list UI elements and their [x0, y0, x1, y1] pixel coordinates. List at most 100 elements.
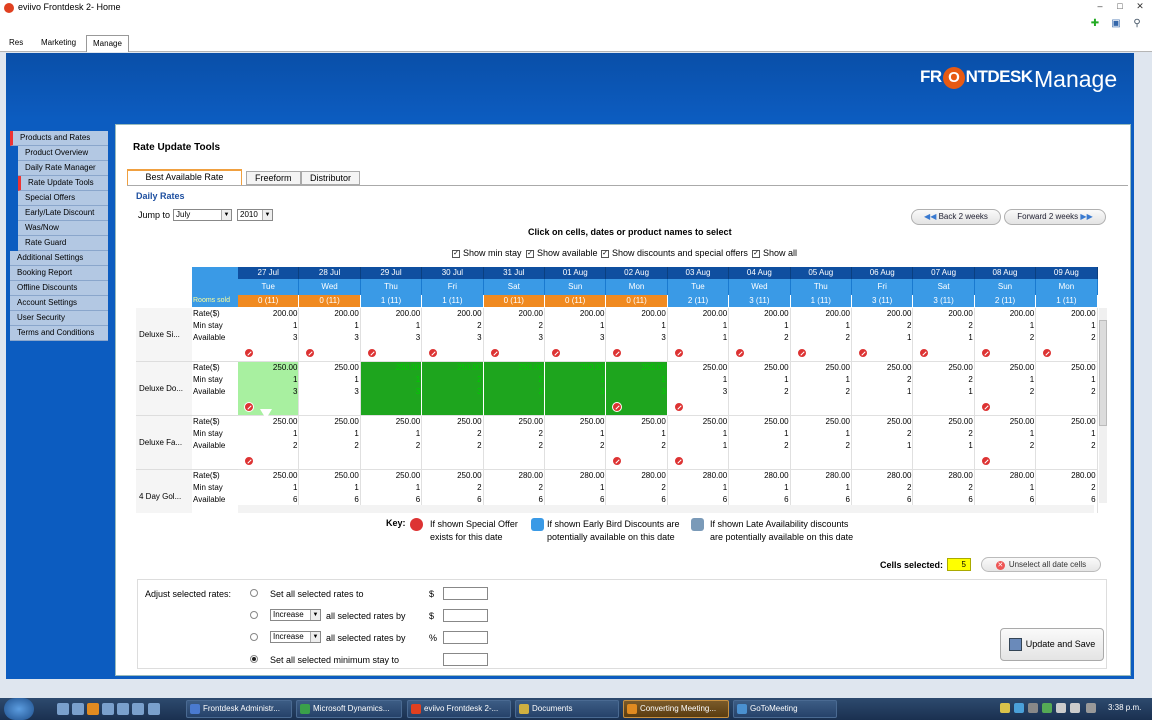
checkbox-show-all[interactable]: ✓ Show all: [752, 248, 797, 258]
date-column-header[interactable]: 02 Aug Mon 0 (11): [606, 267, 668, 307]
quicklaunch-icon[interactable]: [148, 703, 160, 715]
rate-cell[interactable]: 250.00 2 1: [913, 362, 975, 416]
radio-set-rates[interactable]: [250, 589, 258, 597]
quicklaunch-icon[interactable]: [87, 703, 99, 715]
grid-horizontal-scrollbar[interactable]: [238, 505, 1094, 513]
date-label[interactable]: 30 Jul: [422, 267, 484, 279]
quicklaunch-icon[interactable]: [57, 703, 69, 715]
unselect-all-button[interactable]: ✕ Unselect all date cells: [981, 557, 1101, 572]
sidebar-item-rate-guard[interactable]: Rate Guard: [18, 236, 108, 251]
rate-cell[interactable]: 250.00 2 1: [852, 416, 914, 470]
rate-cell[interactable]: 250.00 1 1: [667, 416, 730, 470]
date-label[interactable]: 01 Aug: [545, 267, 607, 279]
increase-percent-input[interactable]: [443, 631, 488, 644]
search-icon[interactable]: ⚲: [1131, 18, 1143, 30]
increase-amount-select[interactable]: Increase ▼: [270, 609, 321, 621]
rate-cell[interactable]: 250.00 1 2: [729, 362, 791, 416]
forward-2-weeks-button[interactable]: Forward 2 weeks ▶▶: [1004, 209, 1106, 225]
network-icon[interactable]: [1086, 703, 1096, 713]
back-2-weeks-button[interactable]: ◀◀ Back 2 weeks: [911, 209, 1001, 225]
sidebar-item-booking-report[interactable]: Booking Report: [10, 266, 108, 281]
volume-icon[interactable]: [1070, 703, 1080, 713]
tab-distributor[interactable]: Distributor: [301, 171, 361, 185]
close-button[interactable]: ✕: [1132, 1, 1148, 13]
sidebar-item-early-late-discount[interactable]: Early/Late Discount: [18, 206, 108, 221]
sidebar-item-account-settings[interactable]: Account Settings: [10, 296, 108, 311]
date-column-header[interactable]: 07 Aug Sat 3 (11): [913, 267, 975, 307]
taskbar-button[interactable]: eviivo Frontdesk 2-...: [407, 700, 511, 718]
date-label[interactable]: 07 Aug: [913, 267, 975, 279]
date-column-header[interactable]: 09 Aug Mon 1 (11): [1036, 267, 1098, 307]
tab-marketing[interactable]: Marketing: [37, 38, 80, 47]
product-name[interactable]: 4 Day Gol...: [136, 470, 192, 513]
date-label[interactable]: 27 Jul: [238, 267, 300, 279]
date-label[interactable]: 31 Jul: [483, 267, 545, 279]
rate-cell[interactable]: 200.00 1 3: [238, 308, 300, 362]
rate-cell[interactable]: 200.00 2 3: [483, 308, 545, 362]
date-label[interactable]: 06 Aug: [852, 267, 914, 279]
min-stay-input[interactable]: [443, 653, 488, 666]
date-column-header[interactable]: 01 Aug Sun 0 (11): [545, 267, 607, 307]
month-select[interactable]: July ▼: [173, 209, 232, 221]
date-column-header[interactable]: 27 Jul Tue 0 (11): [238, 267, 300, 307]
taskbar-button[interactable]: Frontdesk Administr...: [186, 700, 292, 718]
tray-icon[interactable]: [1000, 703, 1010, 713]
date-column-header[interactable]: 31 Jul Sat 0 (11): [483, 267, 545, 307]
rate-cell[interactable]: 250.00 1 2: [360, 416, 423, 470]
checkbox-show-available[interactable]: ✓ Show available: [526, 248, 598, 258]
rate-cell[interactable]: 200.00 1 2: [974, 308, 1037, 362]
rate-cell[interactable]: 250.00 1 3: [238, 362, 300, 416]
product-name[interactable]: Deluxe Si...: [136, 308, 192, 362]
tab-manage[interactable]: Manage: [86, 35, 129, 52]
year-select[interactable]: 2010 ▼: [237, 209, 273, 221]
rate-cell[interactable]: 200.00 1 3: [545, 308, 607, 362]
increase-amount-input[interactable]: [443, 609, 488, 622]
quicklaunch-icon[interactable]: [132, 703, 144, 715]
rate-cell[interactable]: 250.00 2 1: [852, 362, 914, 416]
rate-cell[interactable]: 250.00 2 2: [422, 416, 484, 470]
rate-cell[interactable]: 200.00 2 3: [422, 308, 484, 362]
sidebar-item-rate-update-tools[interactable]: Rate Update Tools: [18, 176, 108, 191]
rate-cell[interactable]: 200.00 2 1: [913, 308, 975, 362]
tray-icon[interactable]: [1056, 703, 1066, 713]
date-column-header[interactable]: 06 Aug Fri 3 (11): [852, 267, 914, 307]
rate-cell[interactable]: 200.00 1 2: [790, 308, 852, 362]
rate-cell[interactable]: 250.00 1 3: [545, 362, 607, 416]
tab-freeform[interactable]: Freeform: [246, 171, 301, 185]
date-label[interactable]: 08 Aug: [974, 267, 1037, 279]
taskbar-button[interactable]: GoToMeeting: [733, 700, 837, 718]
rate-cell[interactable]: 200.00 1 2: [729, 308, 791, 362]
sidebar-item-products-and-rates[interactable]: Products and Rates: [10, 131, 108, 146]
rate-cell[interactable]: 200.00 1 2: [1036, 308, 1098, 362]
rate-cell[interactable]: 250.00 1 3: [299, 362, 361, 416]
date-label[interactable]: 09 Aug: [1036, 267, 1098, 279]
quicklaunch-icon[interactable]: [102, 703, 114, 715]
taskbar-button[interactable]: Microsoft Dynamics...: [296, 700, 402, 718]
rate-cell[interactable]: 250.00 1 2: [238, 416, 300, 470]
tray-icon[interactable]: [1014, 703, 1024, 713]
rate-cell[interactable]: 250.00 1 2: [729, 416, 791, 470]
rate-cell[interactable]: 250.00 1 2: [1036, 362, 1098, 416]
radio-increase-amount[interactable]: [250, 611, 258, 619]
increase-percent-select[interactable]: Increase ▼: [270, 631, 321, 643]
sidebar-item-offline-discounts[interactable]: Offline Discounts: [10, 281, 108, 296]
rate-cell[interactable]: 200.00 1 3: [360, 308, 423, 362]
start-button[interactable]: [4, 698, 34, 720]
minimize-button[interactable]: –: [1092, 1, 1108, 13]
rate-cell[interactable]: 250.00 1 2: [545, 416, 607, 470]
sidebar-item-product-overview[interactable]: Product Overview: [18, 146, 108, 161]
rate-cell[interactable]: 250.00 2 3: [483, 362, 545, 416]
taskbar-button[interactable]: Converting Meeting...: [623, 700, 729, 718]
sidebar-item-terms-and-conditions[interactable]: Terms and Conditions: [10, 326, 108, 341]
tab-res[interactable]: Res: [5, 38, 27, 47]
rate-cell[interactable]: 250.00 1 2: [606, 416, 668, 470]
quicklaunch-icon[interactable]: [72, 703, 84, 715]
date-column-header[interactable]: 04 Aug Wed 3 (11): [729, 267, 791, 307]
date-column-header[interactable]: 03 Aug Tue 2 (11): [667, 267, 730, 307]
date-column-header[interactable]: 28 Jul Wed 0 (11): [299, 267, 361, 307]
date-column-header[interactable]: 08 Aug Sun 2 (11): [974, 267, 1037, 307]
date-label[interactable]: 04 Aug: [729, 267, 791, 279]
sidebar-item-special-offers[interactable]: Special Offers: [18, 191, 108, 206]
rate-cell[interactable]: 250.00 1 2: [1036, 416, 1098, 470]
date-label[interactable]: 02 Aug: [606, 267, 668, 279]
